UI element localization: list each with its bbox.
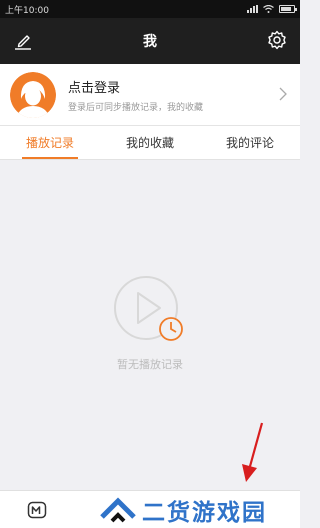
login-title: 点击登录 bbox=[68, 80, 121, 96]
header-bar: 我 bbox=[0, 18, 300, 64]
watermark: 二货游戏园 bbox=[100, 491, 300, 528]
status-bar: 上午10:00 bbox=[0, 0, 300, 18]
wifi-icon bbox=[263, 5, 274, 13]
avatar bbox=[10, 71, 56, 118]
tab-comments[interactable]: 我的评论 bbox=[200, 126, 300, 159]
empty-state-text: 暂无播放记录 bbox=[117, 358, 183, 371]
gear-icon[interactable] bbox=[266, 29, 288, 51]
tab-play-history[interactable]: 播放记录 bbox=[0, 126, 100, 159]
watermark-text: 二货游戏园 bbox=[142, 500, 267, 526]
tab-favorites[interactable]: 我的收藏 bbox=[100, 126, 200, 159]
status-time: 上午10:00 bbox=[5, 5, 49, 16]
annotation-arrow bbox=[242, 422, 264, 482]
bottom-bar: 二货游戏园 bbox=[0, 490, 300, 528]
page-title: 我 bbox=[143, 34, 157, 50]
watermark-logo-icon bbox=[100, 497, 136, 523]
tab-bar: 播放记录 我的收藏 我的评论 bbox=[0, 126, 300, 160]
login-subtitle: 登录后可同步播放记录，我的收藏 bbox=[68, 102, 204, 113]
app-logo-icon[interactable] bbox=[27, 500, 47, 520]
edit-icon[interactable] bbox=[12, 30, 34, 52]
login-row[interactable]: 点击登录 登录后可同步播放记录，我的收藏 bbox=[0, 64, 300, 126]
play-clock-icon bbox=[114, 276, 183, 341]
battery-icon bbox=[279, 5, 297, 13]
signal-icon bbox=[247, 5, 258, 13]
chevron-right-icon bbox=[279, 87, 287, 101]
